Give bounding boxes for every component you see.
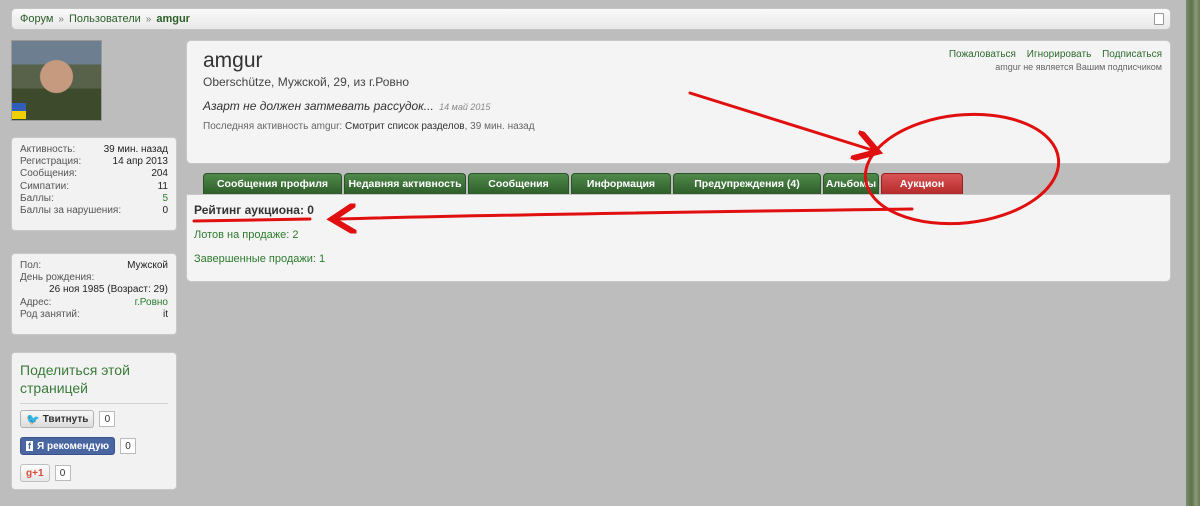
annotation-arrow-to-rating (338, 209, 914, 219)
annotation-arrow-to-tab (688, 91, 872, 150)
annotation-circle (863, 112, 1061, 226)
annotation-underline (192, 217, 312, 223)
annotation-overlay (192, 91, 1061, 506)
